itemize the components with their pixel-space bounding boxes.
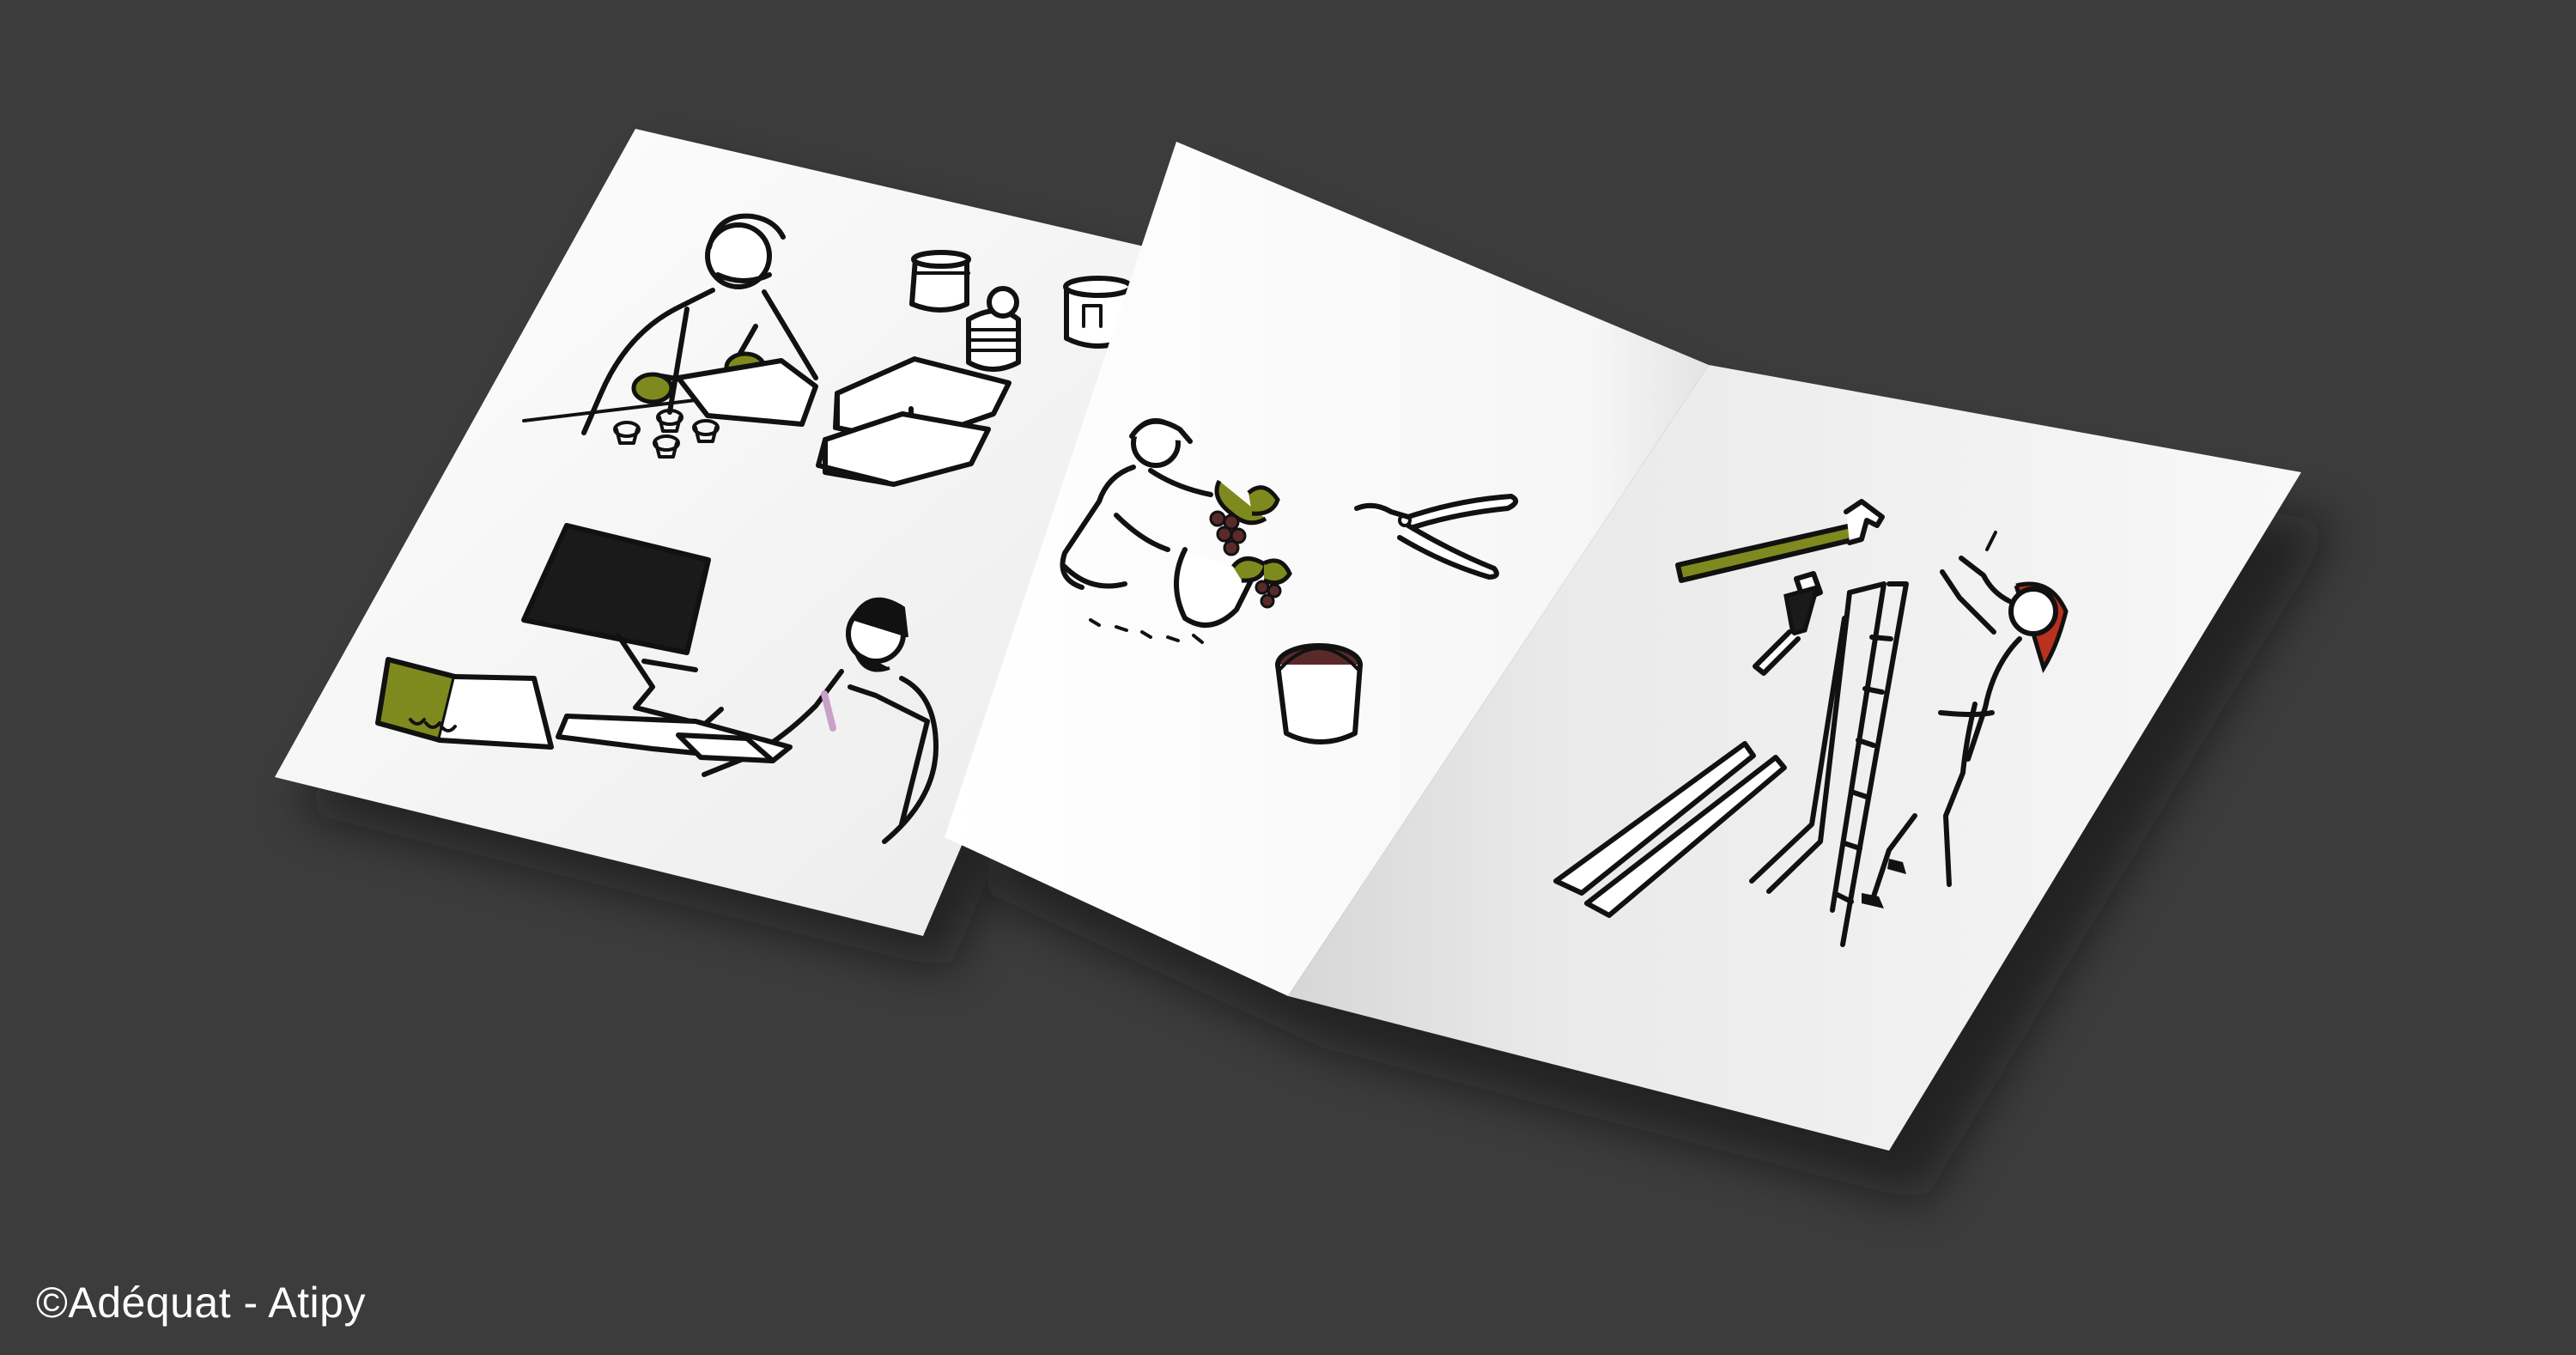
image-credit: ©Adéquat - Atipy bbox=[36, 1279, 366, 1327]
grape-bucket-icon bbox=[1275, 643, 1363, 744]
mockup-stage: ©Adéquat - Atipy bbox=[0, 0, 2576, 1355]
open-brochure bbox=[945, 142, 2301, 1151]
brochure-mockup bbox=[275, 129, 2336, 1202]
